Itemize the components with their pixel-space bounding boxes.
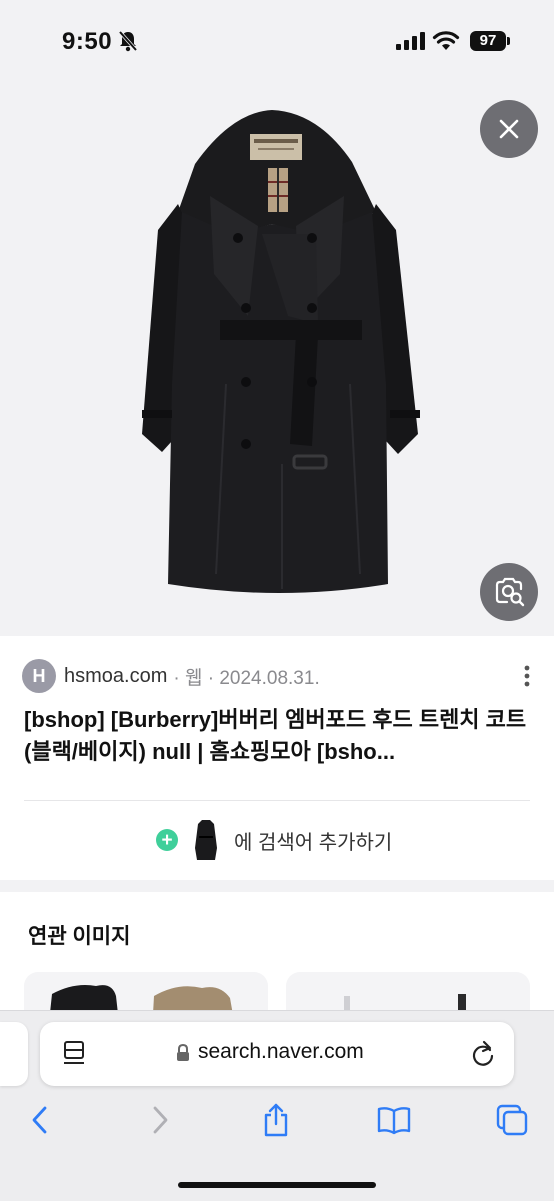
tabs-button[interactable] <box>494 1102 530 1138</box>
more-options-icon[interactable] <box>522 664 532 688</box>
tabs-icon <box>496 1104 528 1136</box>
bookmarks-button[interactable] <box>376 1102 412 1138</box>
status-time: 9:50 <box>62 28 113 55</box>
trench-coat-image <box>142 110 420 593</box>
related-images-heading: 연관 이미지 <box>28 925 131 948</box>
chevron-right-icon <box>153 1106 168 1134</box>
lock-icon <box>177 1044 189 1061</box>
add-to-search-button[interactable]: + 에 검색어 추가하기 <box>156 818 392 862</box>
status-bar: 9:50 97 <box>0 0 554 84</box>
book-icon <box>377 1107 411 1135</box>
chevron-left-icon <box>32 1106 47 1134</box>
image-viewer[interactable] <box>0 84 554 636</box>
battery-indicator: 97 <box>470 31 506 51</box>
previous-tab-pill[interactable] <box>0 1022 28 1086</box>
divider <box>24 800 530 801</box>
forward-button[interactable] <box>142 1102 178 1138</box>
source-avatar: H <box>22 659 56 693</box>
url-text[interactable]: search.naver.com <box>198 1040 364 1064</box>
plus-icon: + <box>156 829 178 851</box>
cellular-signal-icon <box>396 32 425 50</box>
share-button[interactable] <box>258 1102 294 1138</box>
visual-search-button[interactable] <box>480 563 538 621</box>
wifi-icon <box>432 31 460 50</box>
source-domain: hsmoa.com <box>64 664 168 687</box>
source-row[interactable]: H hsmoa.com · 웹 · 2024.08.31. <box>22 658 320 694</box>
back-button[interactable] <box>22 1102 58 1138</box>
silent-bell-icon <box>118 30 138 52</box>
add-search-label: 에 검색어 추가하기 <box>234 831 393 854</box>
home-indicator <box>178 1182 376 1188</box>
battery-tip <box>507 37 510 45</box>
visual-search-icon <box>495 577 525 607</box>
coat-thumbnail <box>186 818 226 862</box>
source-meta: · 웹 · 2024.08.31. <box>173 667 320 689</box>
page-menu-icon[interactable] <box>62 1040 86 1066</box>
share-icon <box>264 1103 288 1137</box>
reload-icon[interactable] <box>470 1040 496 1068</box>
close-button[interactable] <box>480 100 538 158</box>
result-title-link[interactable]: [bshop] [Burberry]버버리 엠버포드 후드 트렌치 코트 (블랙… <box>24 704 534 768</box>
close-icon <box>499 119 519 139</box>
